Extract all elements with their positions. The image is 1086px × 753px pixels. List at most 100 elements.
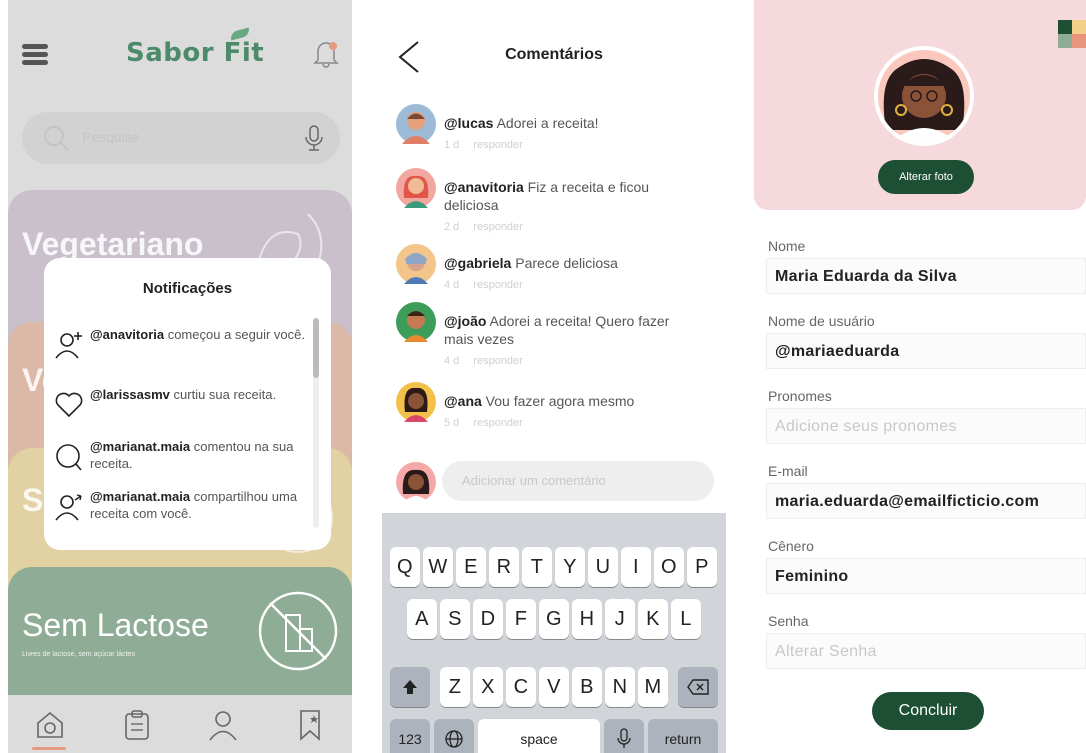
category-title: Sem Lactose xyxy=(22,607,209,643)
key-z[interactable]: Z xyxy=(440,667,470,707)
key-r[interactable]: R xyxy=(489,547,519,587)
search-icon xyxy=(42,124,70,157)
key-h[interactable]: H xyxy=(572,599,602,639)
comment-time: 4 d xyxy=(444,279,460,291)
comment-text: @lucas Adorei a receita! 1 d responder xyxy=(444,115,599,151)
scrollbar-thumb[interactable] xyxy=(313,318,319,378)
key-y[interactable]: Y xyxy=(555,547,585,587)
notification-text: @marianat.maia comentou na sua receita. xyxy=(90,439,294,471)
avatar[interactable] xyxy=(396,244,436,284)
reply-link[interactable]: responder xyxy=(473,417,523,429)
key-p[interactable]: P xyxy=(687,547,717,587)
key-c[interactable]: C xyxy=(506,667,536,707)
comment-time: 1 d xyxy=(444,139,460,151)
key-m[interactable]: M xyxy=(638,667,668,707)
key-shift[interactable] xyxy=(390,667,430,707)
reply-link[interactable]: responder xyxy=(473,221,523,233)
comment-text: @gabriela Parece deliciosa 4 d responder xyxy=(444,255,618,291)
heart-icon xyxy=(54,390,84,423)
field-label-username: Nome de usuário xyxy=(768,313,875,329)
notifications-popup: Notificações @anavitoria começou a segui… xyxy=(44,258,331,550)
key-numbers[interactable]: 123 xyxy=(390,719,430,753)
profile-header: Alterar foto xyxy=(754,0,1086,210)
key-q[interactable]: Q xyxy=(390,547,420,587)
home-screen: Sabor Fit Pesquise Vegetariano Ve S Sem … xyxy=(8,0,352,753)
home-header: Sabor Fit xyxy=(8,0,352,100)
menu-icon[interactable] xyxy=(22,44,48,66)
app-logo: Sabor Fit xyxy=(126,38,265,68)
key-l[interactable]: L xyxy=(671,599,701,639)
avatar[interactable] xyxy=(396,302,436,342)
follow-icon xyxy=(54,330,84,365)
search-placeholder: Pesquise xyxy=(82,129,140,145)
key-n[interactable]: N xyxy=(605,667,635,707)
category-subtitle: Livres de lactose, sem açúcar lácteo xyxy=(22,651,136,658)
my-avatar xyxy=(396,462,436,502)
gender-field[interactable]: Feminino xyxy=(766,558,1086,594)
color-palette-icon[interactable] xyxy=(1058,20,1086,48)
category-card-sem-lactose[interactable]: Sem Lactose Livres de lactose, sem açúca… xyxy=(8,567,352,695)
key-e[interactable]: E xyxy=(456,547,486,587)
profile-icon[interactable] xyxy=(208,709,238,746)
field-label-nome: Nome xyxy=(768,238,806,254)
microphone-icon[interactable] xyxy=(304,124,324,157)
notifications-scrollbar[interactable] xyxy=(313,318,319,528)
pronouns-field[interactable]: Adicione seus pronomes xyxy=(766,408,1086,444)
key-s[interactable]: S xyxy=(440,599,470,639)
key-o[interactable]: O xyxy=(654,547,684,587)
email-field[interactable]: maria.eduarda@emailficticio.com xyxy=(766,483,1086,519)
bell-icon[interactable] xyxy=(312,38,340,68)
key-x[interactable]: X xyxy=(473,667,503,707)
list-icon[interactable] xyxy=(122,709,152,746)
edit-profile-screen: Alterar foto Nome Maria Eduarda da Silva… xyxy=(754,0,1086,753)
name-field[interactable]: Maria Eduarda da Silva xyxy=(766,258,1086,294)
key-b[interactable]: B xyxy=(572,667,602,707)
key-a[interactable]: A xyxy=(407,599,437,639)
reply-link[interactable]: responder xyxy=(473,355,523,367)
key-backspace[interactable] xyxy=(678,667,718,707)
notifications-title: Notificações xyxy=(142,280,233,297)
notification-text: @larissasmv curtiu sua receita. xyxy=(90,387,277,402)
avatar[interactable] xyxy=(396,382,436,422)
key-j[interactable]: J xyxy=(605,599,635,639)
key-v[interactable]: V xyxy=(539,667,569,707)
comment-text: @anavitoria Fiz a receita e ficou delici… xyxy=(444,179,650,233)
submit-button[interactable]: Concluir xyxy=(872,692,984,730)
username-field[interactable]: @mariaeduarda xyxy=(766,333,1086,369)
comment-time: 4 d xyxy=(444,355,460,367)
field-label-password: Senha xyxy=(768,613,809,629)
microphone-icon[interactable] xyxy=(604,719,644,753)
search-input[interactable]: Pesquise xyxy=(22,112,340,164)
reply-link[interactable]: responder xyxy=(473,279,523,291)
add-comment-input[interactable]: Adicionar um comentário xyxy=(442,461,714,501)
add-comment-placeholder: Adicionar um comentário xyxy=(462,473,606,488)
reply-link[interactable]: responder xyxy=(473,139,523,151)
notification-text: @marianat.maia compartilhou uma receita … xyxy=(90,489,298,521)
bottom-nav xyxy=(8,695,352,753)
key-space[interactable]: space xyxy=(478,719,600,753)
comment-icon xyxy=(54,442,84,477)
field-label-email: E-mail xyxy=(768,463,808,479)
key-g[interactable]: G xyxy=(539,599,569,639)
globe-icon[interactable] xyxy=(434,719,474,753)
comment-time: 5 d xyxy=(444,417,460,429)
avatar[interactable] xyxy=(396,104,436,144)
avatar[interactable] xyxy=(396,168,436,208)
home-icon[interactable] xyxy=(34,709,66,746)
active-tab-indicator xyxy=(32,747,66,750)
key-return[interactable]: return xyxy=(648,719,718,753)
key-i[interactable]: I xyxy=(621,547,651,587)
category-title: S xyxy=(22,482,44,518)
bookmark-icon[interactable] xyxy=(298,709,322,746)
key-k[interactable]: K xyxy=(638,599,668,639)
key-u[interactable]: U xyxy=(588,547,618,587)
no-lactose-icon xyxy=(258,591,338,671)
key-d[interactable]: D xyxy=(473,599,503,639)
password-field[interactable]: Alterar Senha xyxy=(766,633,1086,669)
key-f[interactable]: F xyxy=(506,599,536,639)
change-photo-button[interactable]: Alterar foto xyxy=(878,160,974,194)
comment-time: 2 d xyxy=(444,221,460,233)
key-t[interactable]: T xyxy=(522,547,552,587)
field-label-gender: Cênero xyxy=(768,538,814,554)
key-w[interactable]: W xyxy=(423,547,453,587)
